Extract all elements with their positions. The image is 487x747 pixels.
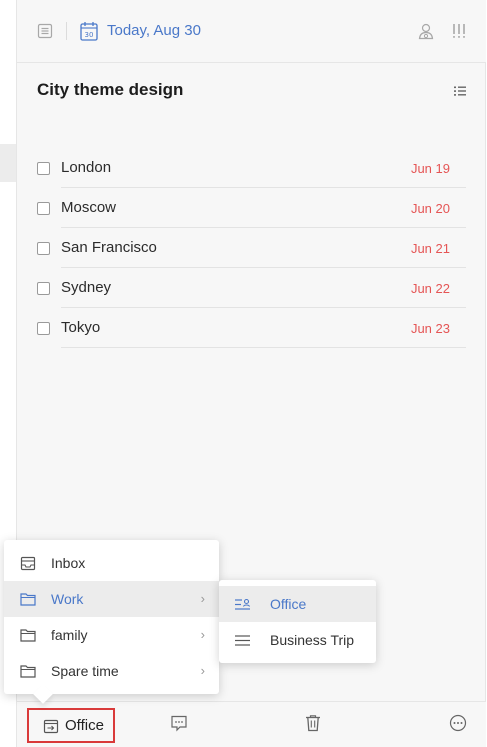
submenu-item-business-trip[interactable]: Business Trip: [219, 622, 376, 658]
folder-icon: [19, 664, 36, 679]
subtask-item[interactable]: San Francisco Jun 21: [37, 228, 466, 268]
menu-item-label: Spare time: [51, 663, 119, 679]
checklist-toggle-icon[interactable]: [37, 23, 53, 39]
calendar-day-number: 30: [85, 31, 94, 39]
subtask-due-date[interactable]: Jun 20: [411, 201, 450, 216]
work-submenu: Office Business Trip: [219, 580, 376, 663]
subtask-name[interactable]: London: [61, 159, 111, 176]
subtask-checkbox[interactable]: [37, 162, 50, 175]
subtask-checkbox[interactable]: [37, 322, 50, 335]
trash-icon[interactable]: [304, 714, 322, 732]
pane-right-border: [485, 0, 486, 747]
folder-icon: [19, 592, 36, 607]
menu-item-label: family: [51, 627, 88, 643]
move-to-list-button[interactable]: Office: [27, 708, 115, 743]
subtask-divider: [61, 347, 466, 348]
subtask-checkbox[interactable]: [37, 202, 50, 215]
submenu-item-office[interactable]: Office: [219, 586, 376, 622]
subtask-item[interactable]: London Jun 19: [37, 148, 466, 188]
subtask-checkbox[interactable]: [37, 242, 50, 255]
chevron-right-icon: ›: [200, 591, 205, 606]
subtask-due-date[interactable]: Jun 19: [411, 161, 450, 176]
due-date-label[interactable]: Today, Aug 30: [107, 22, 201, 39]
subtask-item[interactable]: Sydney Jun 22: [37, 268, 466, 308]
header-divider: [66, 22, 67, 40]
list-box-icon: [43, 718, 59, 734]
menu-item-spare-time[interactable]: Spare time ›: [4, 653, 219, 689]
menu-item-label: Work: [51, 591, 84, 607]
list-lines-icon: [234, 633, 251, 647]
subtask-list: London Jun 19 Moscow Jun 20 San Francisc…: [37, 148, 466, 348]
submenu-item-label: Business Trip: [270, 632, 355, 648]
menu-item-label: Inbox: [51, 555, 86, 571]
menu-item-family[interactable]: family ›: [4, 617, 219, 653]
comment-icon[interactable]: [170, 714, 188, 732]
chevron-right-icon: ›: [200, 627, 205, 642]
detail-footer: Office: [17, 701, 486, 747]
subtask-due-date[interactable]: Jun 21: [411, 241, 450, 256]
calendar-icon[interactable]: 30: [80, 21, 98, 41]
more-options-icon[interactable]: [449, 714, 467, 732]
subtask-item[interactable]: Tokyo Jun 23: [37, 308, 466, 348]
detail-header: 30 Today, Aug 30: [17, 0, 486, 63]
current-list-label: Office: [65, 717, 104, 734]
task-title[interactable]: City theme design: [37, 80, 183, 100]
sidebar-selected-item[interactable]: [0, 144, 16, 182]
subtask-due-date[interactable]: Jun 22: [411, 281, 450, 296]
submenu-item-label: Office: [270, 596, 307, 612]
subtask-name[interactable]: San Francisco: [61, 239, 157, 256]
subtask-list-icon[interactable]: [453, 85, 467, 97]
inbox-icon: [19, 556, 36, 571]
subtask-name[interactable]: Tokyo: [61, 319, 100, 336]
assign-user-icon[interactable]: [417, 22, 435, 40]
subtask-item[interactable]: Moscow Jun 20: [37, 188, 466, 228]
chevron-right-icon: ›: [200, 663, 205, 678]
list-icon: [234, 597, 251, 611]
move-list-menu: Inbox Work › family › Spare time ›: [4, 540, 219, 704]
subtask-name[interactable]: Moscow: [61, 199, 116, 216]
folder-icon: [19, 628, 36, 643]
menu-item-work[interactable]: Work ›: [4, 581, 219, 617]
subtask-checkbox[interactable]: [37, 282, 50, 295]
subtask-due-date[interactable]: Jun 23: [411, 321, 450, 336]
subtask-name[interactable]: Sydney: [61, 279, 111, 296]
menu-item-inbox[interactable]: Inbox: [4, 545, 219, 581]
priority-icon[interactable]: [451, 23, 467, 39]
